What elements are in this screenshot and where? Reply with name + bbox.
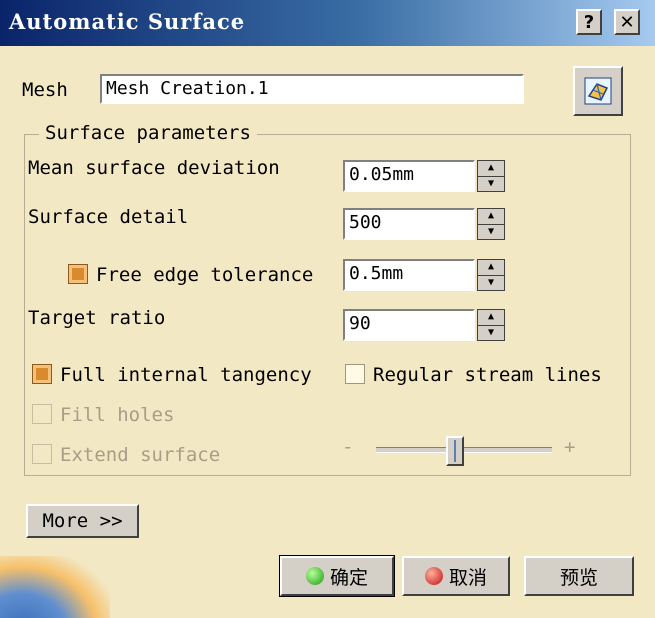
cancel-icon	[424, 567, 443, 585]
help-icon: ?	[583, 11, 595, 33]
mean-deviation-label: Mean surface deviation	[28, 157, 280, 179]
preview-button[interactable]: 预览	[524, 556, 634, 596]
target-ratio-input[interactable]: 90	[343, 309, 475, 341]
help-button[interactable]: ?	[576, 9, 602, 35]
target-ratio-label: Target ratio	[28, 307, 166, 329]
spin-up-icon[interactable]: ▲	[478, 209, 504, 225]
cancel-button[interactable]: 取消	[402, 556, 510, 596]
mesh-select-button[interactable]	[573, 66, 623, 116]
more-button[interactable]: More >>	[26, 504, 139, 538]
window-title: Automatic Surface	[9, 9, 246, 34]
spin-down-icon[interactable]: ▼	[478, 276, 504, 291]
title-bar: Automatic Surface ? ✕	[0, 0, 655, 46]
slider-minus-label: -	[342, 436, 354, 458]
full-tangency-label: Full internal tangency	[60, 364, 312, 386]
full-tangency-checkbox[interactable]	[32, 364, 52, 384]
free-edge-checkbox[interactable]	[68, 264, 88, 284]
spin-up-icon[interactable]: ▲	[478, 161, 504, 177]
mesh-select-icon	[584, 77, 612, 105]
fill-holes-label: Fill holes	[60, 404, 175, 426]
mean-deviation-spinner[interactable]: ▲ ▼	[477, 160, 505, 192]
surface-detail-input[interactable]: 500	[343, 208, 475, 240]
spin-down-icon[interactable]: ▼	[478, 326, 504, 341]
stream-lines-label: Regular stream lines	[373, 364, 602, 386]
stream-lines-checkbox[interactable]	[345, 364, 365, 384]
mesh-label: Mesh	[22, 79, 68, 101]
cancel-label: 取消	[448, 566, 487, 589]
ok-label: 确定	[329, 566, 368, 589]
extend-surface-checkbox[interactable]	[32, 444, 52, 464]
ok-icon	[305, 567, 324, 585]
fill-holes-checkbox[interactable]	[32, 404, 52, 424]
mean-deviation-input[interactable]: 0.05mm	[343, 160, 475, 192]
target-ratio-spinner[interactable]: ▲ ▼	[477, 309, 505, 341]
free-edge-label: Free edge tolerance	[96, 264, 314, 286]
group-legend: Surface parameters	[39, 122, 257, 144]
extend-slider-thumb[interactable]	[446, 436, 465, 466]
spin-down-icon[interactable]: ▼	[478, 225, 504, 240]
spin-up-icon[interactable]: ▲	[478, 310, 504, 326]
preview-label: 预览	[559, 566, 598, 589]
extend-surface-label: Extend surface	[60, 444, 221, 466]
surface-detail-spinner[interactable]: ▲ ▼	[477, 208, 505, 240]
surface-detail-label: Surface detail	[28, 206, 189, 228]
free-edge-input[interactable]: 0.5mm	[343, 259, 475, 291]
spin-down-icon[interactable]: ▼	[478, 177, 504, 192]
free-edge-spinner[interactable]: ▲ ▼	[477, 259, 505, 291]
mesh-field[interactable]: Mesh Creation.1	[100, 74, 524, 104]
ok-button[interactable]: 确定	[279, 555, 395, 597]
close-button[interactable]: ✕	[614, 9, 640, 35]
slider-plus-label: +	[564, 436, 576, 458]
corner-graphic	[0, 556, 110, 618]
spin-up-icon[interactable]: ▲	[478, 260, 504, 276]
close-icon: ✕	[619, 11, 635, 33]
